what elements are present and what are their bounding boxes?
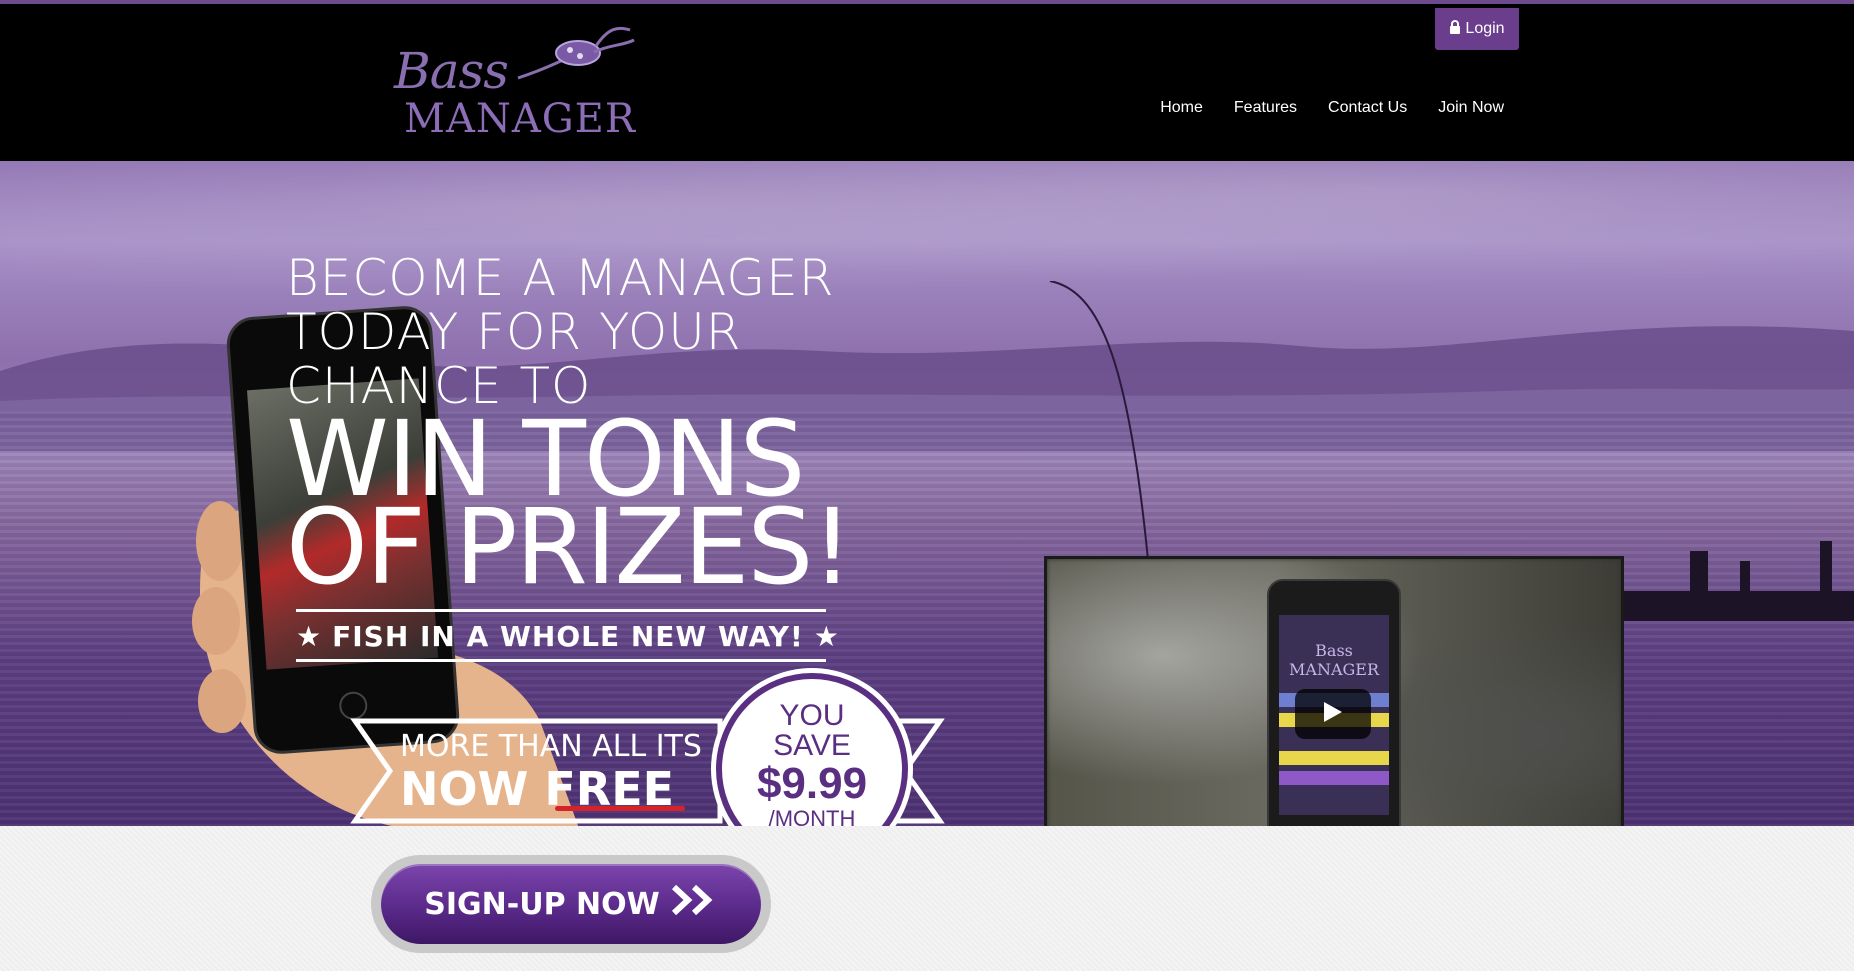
hero-headline: BECOME A MANAGER TODAY FOR YOUR CHANCE T… <box>286 249 853 662</box>
headline-line-2: TODAY FOR YOUR <box>286 303 742 361</box>
play-icon <box>1322 700 1344 729</box>
red-underline <box>555 806 685 811</box>
bass-manager-logo[interactable]: Bass MANAGER <box>390 16 640 142</box>
signup-label: SIGN-UP NOW <box>424 886 660 922</box>
badge-line-you: YOU <box>779 699 845 732</box>
signup-button-frame: SIGN-UP NOW <box>371 855 771 953</box>
video-phone-bar <box>1279 771 1389 785</box>
headline-line-1: BECOME A MANAGER <box>286 249 835 307</box>
signup-now-button[interactable]: SIGN-UP NOW <box>381 864 761 944</box>
boat-silhouette <box>1590 541 1854 621</box>
video-phone-bar <box>1279 751 1389 765</box>
nav-item-home[interactable]: Home <box>1160 99 1203 117</box>
badge-per-month: /MONTH <box>768 806 856 827</box>
tagline: ★ FISH IN A WHOLE NEW WAY! ★ <box>296 620 851 653</box>
nav-item-contact-us[interactable]: Contact Us <box>1328 99 1407 117</box>
hero-banner: BECOME A MANAGER TODAY FOR YOUR CHANCE T… <box>0 161 1854 826</box>
login-label: Login <box>1465 20 1505 37</box>
offer-line-1: MORE THAN ALL ITS <box>400 729 702 764</box>
nav-item-features[interactable]: Features <box>1234 99 1297 117</box>
tagline-divider-bottom <box>296 659 826 662</box>
tagline-divider-top <box>296 609 826 612</box>
star-icon: ★ <box>296 620 323 653</box>
tagline-text: FISH IN A WHOLE NEW WAY! <box>332 620 804 653</box>
nav-item-join-now[interactable]: Join Now <box>1438 99 1504 117</box>
play-button[interactable] <box>1295 689 1371 739</box>
logo-text-bass: Bass <box>394 42 509 100</box>
badge-line-save: SAVE <box>773 729 851 762</box>
double-chevron-icon <box>671 884 718 923</box>
badge-price: $9.99 <box>756 759 868 808</box>
fishing-lure-icon <box>517 26 635 80</box>
star-icon: ★ <box>813 620 840 653</box>
promo-video[interactable]: Bass MANAGER <box>1044 556 1624 826</box>
logo-text-manager: MANAGER <box>404 96 636 142</box>
fishing-rod-graphic <box>1049 281 1151 581</box>
offer-text: MORE THAN ALL ITS NOW FREE <box>400 729 702 816</box>
lock-icon <box>1449 19 1461 39</box>
login-button[interactable]: Login <box>1435 8 1519 50</box>
headline-big-2: OF PRIZES! <box>286 486 853 608</box>
main-nav: Home Features Contact Us Join Now <box>1160 99 1504 117</box>
cta-section <box>0 826 1854 971</box>
video-phone-logo: Bass MANAGER <box>1289 641 1379 679</box>
site-header: Bass MANAGER Login Home Features Contact… <box>0 4 1854 161</box>
